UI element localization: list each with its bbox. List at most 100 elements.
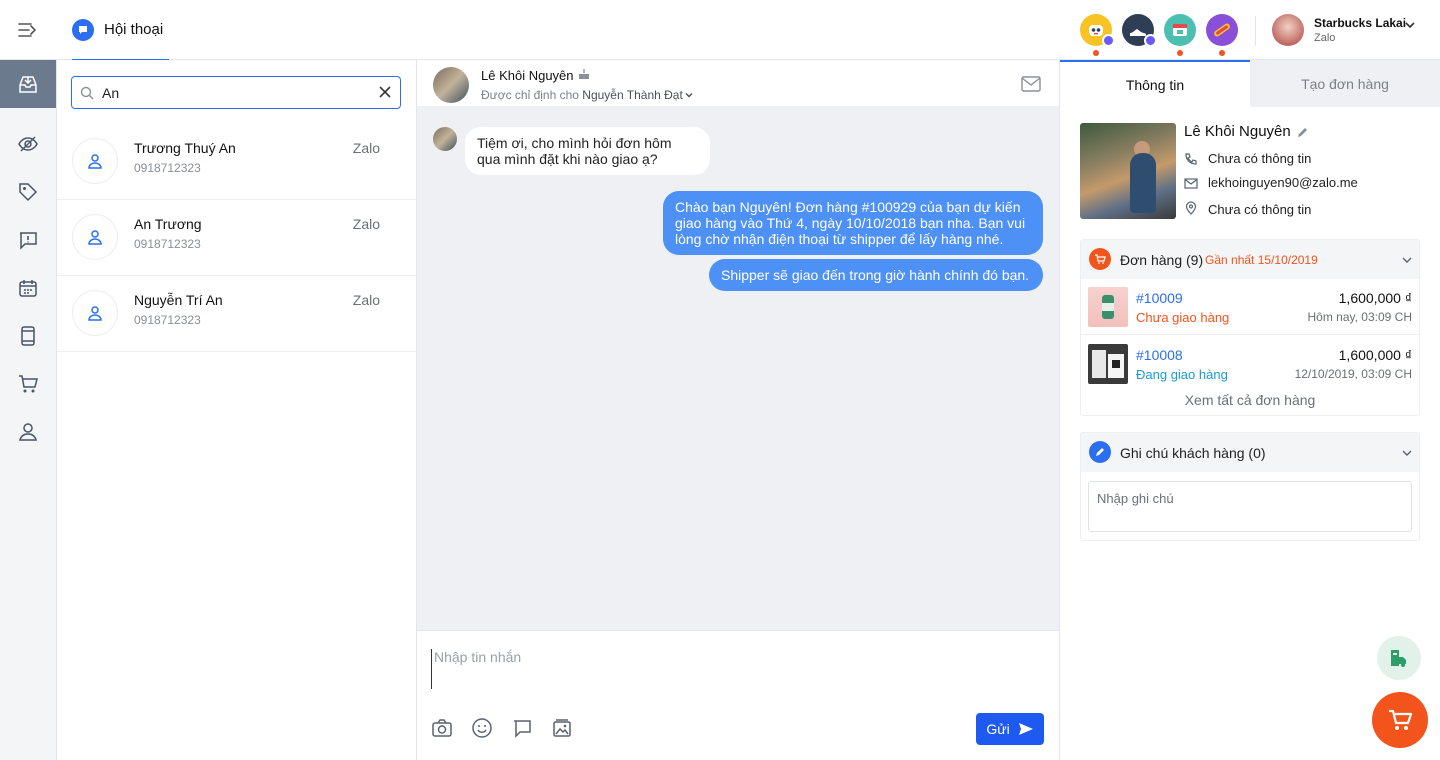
- contact-phone: 0918712323: [134, 313, 201, 327]
- customer-address: Chưa có thông tin: [1208, 202, 1312, 217]
- nav-hidden[interactable]: [0, 120, 56, 168]
- messenger-badge-icon: [1144, 34, 1157, 47]
- orders-latest: Gần nhất 15/10/2019: [1205, 253, 1318, 267]
- search-input[interactable]: [102, 84, 362, 101]
- nav-tags[interactable]: [0, 168, 56, 216]
- search-icon: [80, 86, 94, 99]
- send-button-label: Gửi: [986, 721, 1010, 737]
- emoji-icon[interactable]: [471, 717, 493, 739]
- nav-inbox[interactable]: [0, 60, 56, 108]
- list-item[interactable]: Nguyễn Trí An 0918712323 Zalo: [57, 276, 416, 352]
- pencil-icon[interactable]: [1297, 126, 1309, 138]
- notes-title: Ghi chú khách hàng (0): [1120, 445, 1266, 461]
- avatar: [433, 127, 457, 151]
- channel-sneaker[interactable]: [1122, 14, 1157, 47]
- orders-latest-date: 15/10/2019: [1257, 253, 1318, 267]
- contact-name: Nguyễn Trí An: [134, 292, 223, 308]
- left-nav: [0, 60, 57, 760]
- order-thumbnail: [1088, 287, 1128, 327]
- quick-reply-icon[interactable]: [511, 717, 533, 739]
- pencil-icon: [1089, 441, 1111, 463]
- notes-card-header[interactable]: Ghi chú khách hàng (0): [1081, 433, 1419, 472]
- eye-off-icon: [18, 136, 38, 152]
- nav-mobile[interactable]: [0, 312, 56, 360]
- assignee-name: Nguyễn Thành Đạt: [582, 88, 683, 102]
- calendar-icon: [19, 280, 37, 297]
- location-icon: [1185, 201, 1197, 215]
- customer-name: Lê Khôi Nguyên: [1184, 123, 1291, 140]
- order-time: 12/10/2019, 03:09 CH: [1294, 367, 1412, 381]
- contact-search-panel: Trương Thuý An 0918712323 Zalo An Trương…: [57, 60, 417, 760]
- nav-calendar[interactable]: [0, 264, 56, 312]
- chat-customer-name[interactable]: Lê Khôi Nguyên: [481, 68, 574, 83]
- message-composer: Gửi: [417, 630, 1059, 760]
- mail-icon: [1184, 178, 1198, 189]
- nav-account[interactable]: [0, 408, 56, 456]
- list-item[interactable]: An Trương 0918712323 Zalo: [57, 200, 416, 276]
- tab-create-order[interactable]: Tạo đơn hàng: [1250, 60, 1440, 107]
- cart-icon: [1089, 248, 1111, 270]
- assigned-to[interactable]: Được chỉ định cho Nguyễn Thành Đạt: [481, 88, 683, 102]
- customer-email: lekhoinguyen90@zalo.me: [1208, 175, 1358, 190]
- outgoing-message: Chào bạn Nguyên! Đơn hàng #100929 của bạ…: [663, 191, 1043, 255]
- shop-name[interactable]: Starbucks Lakai: [1314, 16, 1406, 30]
- search-box[interactable]: [71, 76, 401, 109]
- cart-button[interactable]: [1372, 692, 1428, 748]
- assign-prefix: Được chỉ định cho: [481, 88, 583, 102]
- tab-conversations-label: Hội thoại: [104, 21, 164, 38]
- close-icon[interactable]: [378, 85, 392, 99]
- chevron-down-icon[interactable]: [684, 90, 694, 100]
- user-icon: [88, 306, 102, 321]
- chevron-down-icon[interactable]: [1401, 447, 1413, 459]
- send-button[interactable]: Gửi: [976, 713, 1044, 745]
- order-row[interactable]: #10008 Đang giao hàng 1,600,000 ₫ 12/10/…: [1081, 336, 1419, 392]
- contact-source: Zalo: [352, 292, 380, 308]
- shop-avatar[interactable]: [1272, 14, 1304, 46]
- channel-robot[interactable]: [1080, 14, 1115, 56]
- list-item[interactable]: Trương Thuý An 0918712323 Zalo: [57, 124, 416, 200]
- channel-hotdog[interactable]: [1206, 14, 1238, 56]
- cart-icon: [19, 375, 38, 393]
- delivery-icon: [1391, 650, 1406, 667]
- birthday-cake-icon: [579, 69, 589, 79]
- messenger-badge-icon: [1102, 34, 1115, 47]
- customer-photo: [1080, 123, 1176, 219]
- see-all-orders-link[interactable]: Xem tất cả đơn hàng: [1081, 392, 1419, 408]
- cart-icon: [1389, 709, 1413, 730]
- incoming-message: Tiệm ơi, cho mình hỏi đơn hôm qua mình đ…: [465, 127, 710, 175]
- image-icon[interactable]: [551, 717, 573, 739]
- unread-dot: [1093, 50, 1099, 56]
- orders-title: Đơn hàng (9): [1120, 252, 1204, 268]
- tab-conversations[interactable]: Hội thoại: [72, 0, 170, 61]
- hotdog-channel-icon: [1214, 23, 1230, 37]
- tab-info[interactable]: Thông tin: [1060, 60, 1250, 107]
- camera-icon[interactable]: [431, 717, 453, 739]
- chat-header: Lê Khôi Nguyên Được chỉ định cho Nguyễn …: [417, 60, 1059, 107]
- user-icon: [19, 423, 37, 441]
- chevron-down-icon[interactable]: [1403, 18, 1417, 32]
- contact-source: Zalo: [352, 140, 380, 156]
- tag-icon: [19, 183, 38, 202]
- outgoing-message: Shipper sẽ giao đến trong giờ hành chính…: [709, 259, 1043, 291]
- avatar[interactable]: [433, 67, 469, 103]
- chevron-down-icon[interactable]: [1401, 254, 1413, 266]
- note-input[interactable]: [1088, 481, 1412, 532]
- nav-cart[interactable]: [0, 360, 56, 408]
- orders-card-header[interactable]: Đơn hàng (9) Gần nhất 15/10/2019: [1081, 240, 1419, 279]
- channel-shop[interactable]: [1164, 14, 1196, 56]
- chat-icon: [72, 18, 94, 41]
- order-row[interactable]: #10009 Chưa giao hàng 1,600,000 ₫ Hôm na…: [1081, 279, 1419, 335]
- nav-feedback[interactable]: [0, 216, 56, 264]
- contact-source: Zalo: [352, 216, 380, 232]
- chat-alert-icon: [20, 232, 37, 250]
- avatar: [72, 214, 118, 260]
- order-id[interactable]: #10009: [1136, 290, 1183, 306]
- mail-icon[interactable]: [1021, 76, 1041, 92]
- menu-toggle-icon[interactable]: [16, 18, 40, 42]
- order-price: 1,600,000 ₫: [1338, 347, 1412, 363]
- notes-card: Ghi chú khách hàng (0): [1080, 432, 1420, 541]
- chat-panel: Lê Khôi Nguyên Được chỉ định cho Nguyễn …: [417, 60, 1060, 760]
- message-input[interactable]: [431, 649, 1031, 689]
- order-id[interactable]: #10008: [1136, 347, 1183, 363]
- delivery-button[interactable]: [1377, 636, 1421, 680]
